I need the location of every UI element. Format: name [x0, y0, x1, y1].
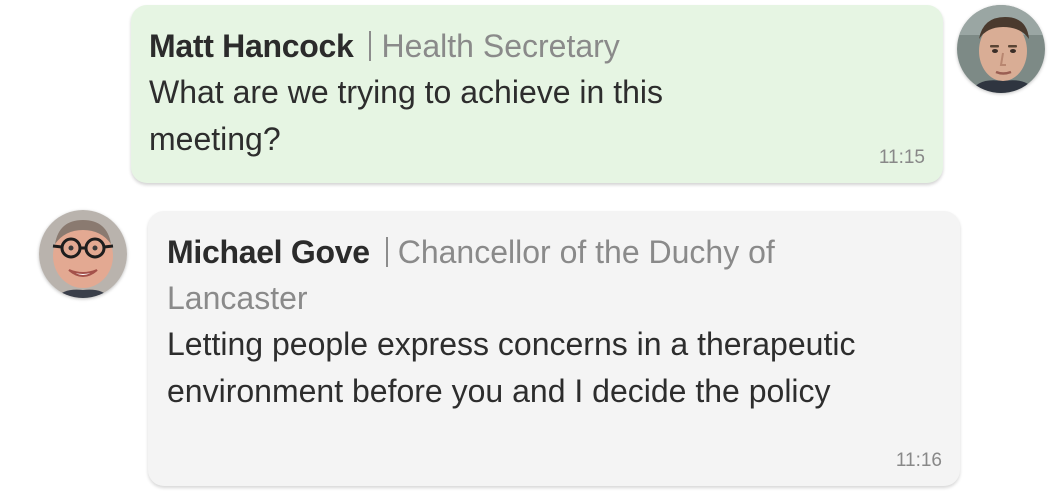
sender-name[interactable]: Michael Gove — [167, 234, 370, 270]
chat-thread: Matt Hancock Health Secretary What are we… — [0, 0, 1060, 491]
avatar-photo-icon — [39, 210, 127, 298]
message-bubble-incoming[interactable]: Michael Gove Chancellor of the Duchy of L… — [148, 211, 960, 486]
sender-name[interactable]: Matt Hancock — [149, 28, 354, 64]
avatar-photo-icon — [957, 5, 1045, 93]
avatar[interactable] — [957, 5, 1045, 93]
sender-role: Health Secretary — [381, 28, 620, 64]
message-bubble-outgoing[interactable]: Matt Hancock Health Secretary What are we… — [131, 5, 943, 183]
avatar[interactable] — [39, 210, 127, 298]
message-header: Matt Hancock Health Secretary — [149, 23, 919, 69]
header-separator — [369, 31, 372, 61]
message-timestamp: 11:16 — [895, 450, 942, 471]
header-separator — [385, 237, 388, 267]
message-timestamp: 11:15 — [878, 147, 925, 168]
message-text: What are we trying to achieve in this me… — [149, 74, 664, 157]
message-text: Letting people express concerns in a the… — [167, 326, 856, 409]
message-header: Michael Gove Chancellor of the Duchy of L… — [167, 229, 907, 321]
